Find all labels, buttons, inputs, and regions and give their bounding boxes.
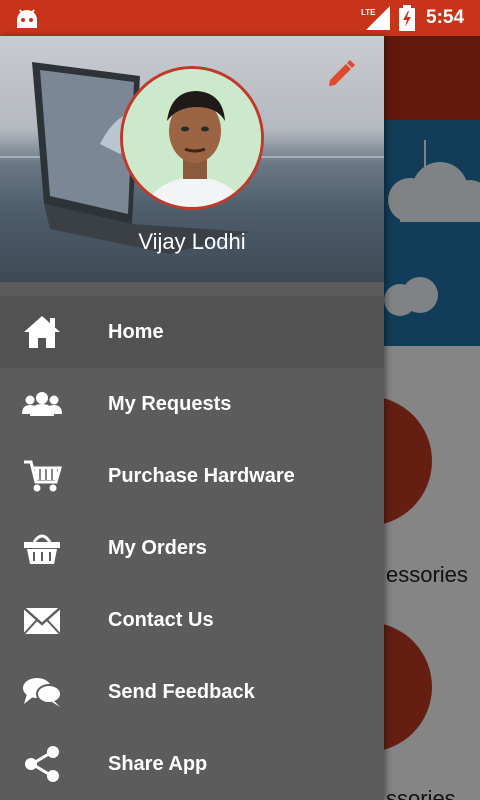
menu-item-label: Home [108, 321, 164, 343]
menu-item-label: Send Feedback [108, 681, 255, 703]
chat-icon [23, 678, 62, 707]
menu-item-purchase-hardware[interactable]: Purchase Hardware [0, 440, 384, 512]
cart-icon [24, 460, 62, 492]
menu-item-my-requests[interactable]: My Requests [0, 368, 384, 440]
basket-icon [24, 534, 60, 564]
menu-item-label: Purchase Hardware [108, 465, 295, 487]
menu-item-my-orders[interactable]: My Orders [0, 512, 384, 584]
mail-icon [23, 607, 61, 635]
menu-item-label: Share App [108, 753, 208, 775]
profile-avatar[interactable] [120, 66, 264, 210]
user-name: Vijay Lodhi [138, 229, 246, 254]
edit-pencil-icon[interactable] [326, 58, 356, 88]
menu-item-label: My Requests [108, 393, 232, 415]
status-bar: LTE 5:54 [0, 0, 480, 36]
home-icon [24, 316, 60, 348]
menu-item-share-app[interactable]: Share App [0, 728, 384, 800]
users-icon [22, 392, 62, 416]
svg-text:LTE: LTE [361, 8, 376, 17]
status-clock: 5:54 [426, 7, 465, 28]
menu-item-label: My Orders [108, 537, 207, 559]
menu-item-send-feedback[interactable]: Send Feedback [0, 656, 384, 728]
menu-item-home[interactable]: Home [0, 296, 384, 368]
drawer-header: Vijay Lodhi [0, 36, 384, 282]
drawer-menu: Home My Requests Purchase Hardware My Or… [0, 296, 384, 800]
battery-charging-icon [399, 5, 415, 31]
android-notification-icon [17, 9, 37, 28]
menu-item-contact-us[interactable]: Contact Us [0, 584, 384, 656]
lte-signal-icon: LTE [361, 6, 390, 30]
navigation-drawer: Vijay Lodhi Home My Requests Purchase Ha… [0, 36, 384, 800]
share-icon [25, 746, 59, 782]
menu-item-label: Contact Us [108, 609, 214, 631]
